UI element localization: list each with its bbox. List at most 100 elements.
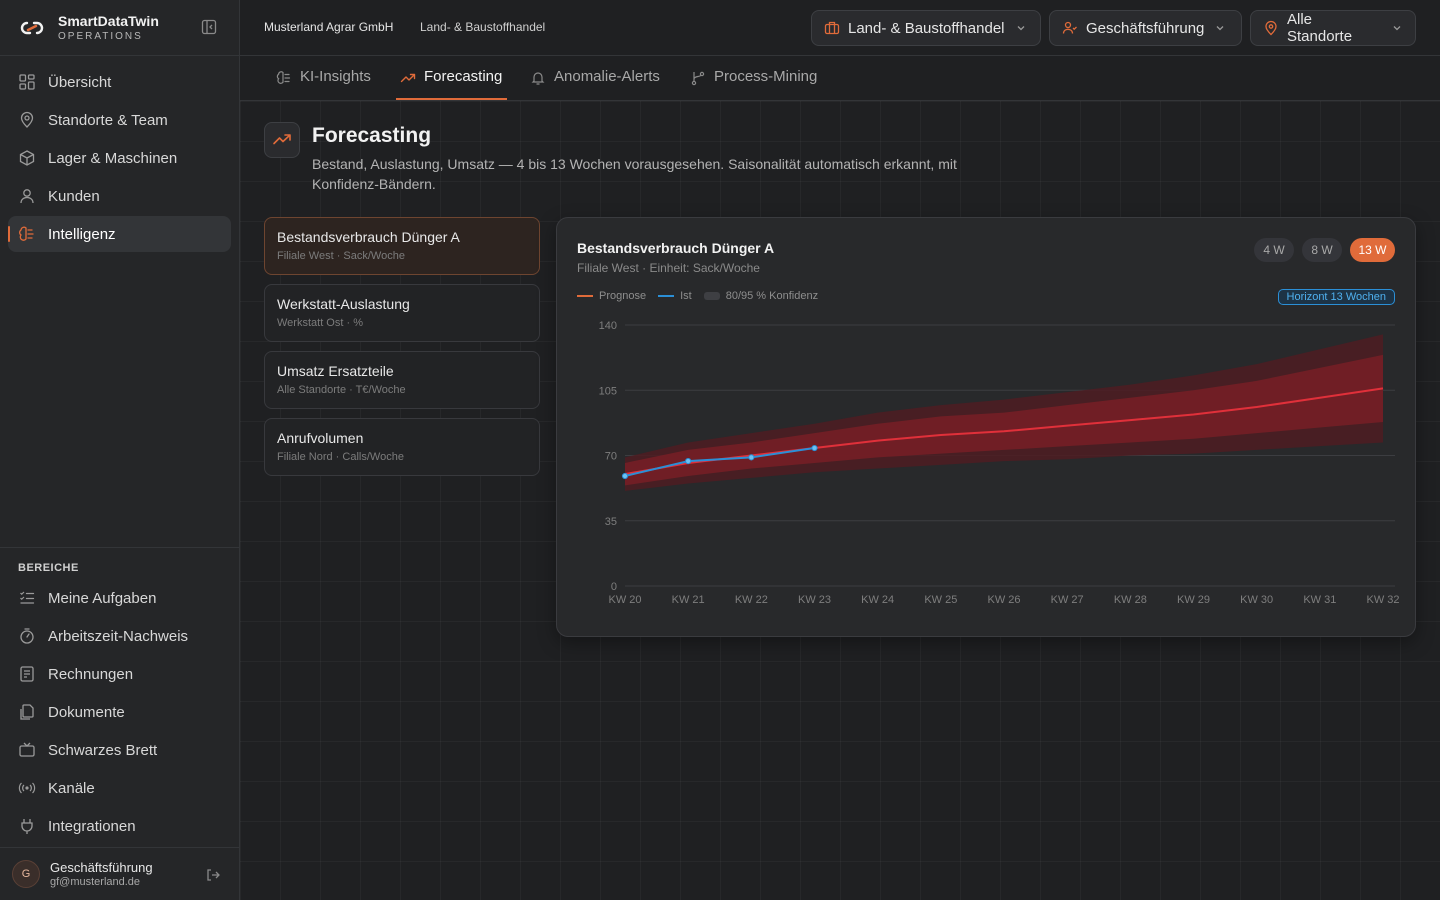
actual-point [621,472,629,480]
branch-selector[interactable]: Land- & Baustoffhandel [811,10,1041,46]
map-pin-icon [1263,20,1279,36]
x-tick-label: KW 30 [1240,594,1273,606]
checklist-icon [18,589,36,607]
sidebar-item-standorte[interactable]: Standorte & Team [8,102,231,138]
sidebar-item-label: Standorte & Team [48,111,168,129]
sidebar-item-kanaele[interactable]: Kanäle [8,770,231,806]
x-tick-label: KW 31 [1303,594,1336,606]
series-card-werkstatt[interactable]: Werkstatt-Auslastung Werkstatt Ost · % [264,284,540,342]
x-tick-label: KW 29 [1177,594,1210,606]
y-tick-label: 35 [605,516,617,528]
series-card-title: Umsatz Ersatzteile [277,363,394,379]
brand-logo-icon [20,21,44,34]
x-tick-label: KW 20 [608,594,641,606]
chevron-down-icon [1214,22,1226,34]
tab-anomalie-alerts[interactable]: Anomalie-Alerts [530,68,660,100]
tab-process-mining[interactable]: Process-Mining [690,68,817,100]
x-tick-label: KW 23 [798,594,831,606]
sidebar-item-label: Rechnungen [48,665,134,683]
chevron-down-icon [1015,22,1027,34]
active-tab-indicator [396,98,507,100]
map-pin-icon [18,111,36,129]
series-card-anrufvolumen[interactable]: Anrufvolumen Filiale Nord · Calls/Woche [264,418,540,476]
sidebar-item-kunden[interactable]: Kunden [8,178,231,214]
brand-subtitle: OPERATIONS [58,31,143,42]
series-card-subtitle: Filiale West · Sack/Woche [277,250,405,262]
user-profile[interactable]: G Geschäftsführung gf@musterland.de [0,847,239,900]
sidebar-item-lager[interactable]: Lager & Maschinen [8,140,231,176]
series-card-duenger[interactable]: Bestandsverbrauch Dünger A Filiale West … [264,217,540,275]
chevron-down-icon [1391,22,1403,34]
user-icon [18,187,36,205]
main-nav: Übersicht Standorte & Team Lager & Masch… [0,56,239,262]
forecast-chart: 0 35 70 105 140 KW 20 KW 21 KW 22 KW 23 KW 24 KW 2… [599,320,1400,606]
series-card-title: Werkstatt-Auslastung [277,296,410,312]
brand-name: SmartDataTwin [58,13,159,29]
breadcrumb-segment[interactable]: Land- & Baustoffhandel [420,20,545,34]
sidebar-item-schwarzes-brett[interactable]: Schwarzes Brett [8,732,231,768]
sidebar-item-aufgaben[interactable]: Meine Aufgaben [8,580,231,616]
sidebar-item-dokumente[interactable]: Dokumente [8,694,231,730]
y-tick-label: 140 [599,320,617,332]
sidebar-collapse-icon[interactable] [201,19,217,35]
y-tick-label: 70 [605,451,617,463]
sidebar-item-integrationen[interactable]: Integrationen [8,808,231,844]
board-icon [18,741,36,759]
grid-icon [18,73,36,91]
sidebar-item-label: Dokumente [48,703,125,721]
logout-icon[interactable] [205,867,221,883]
forecast-chart-panel: Bestandsverbrauch Dünger A Filiale West … [556,217,1416,637]
actual-point [685,457,692,465]
sidebar: SmartDataTwin OPERATIONS Übersicht Stand… [0,0,240,900]
sidebar-item-label: Übersicht [48,73,112,91]
timer-icon [18,627,36,645]
tab-label: Forecasting [424,68,503,85]
x-tick-label: KW 27 [1051,594,1084,606]
plug-icon [18,817,36,835]
brand[interactable]: SmartDataTwin OPERATIONS [0,0,239,56]
series-card-title: Anrufvolumen [277,430,364,446]
tab-ki-insights[interactable]: KI-Insights [276,68,371,100]
tab-bar: KI-Insights Forecasting Anomalie-Alerts … [240,56,1440,101]
brain-icon [276,70,292,86]
sidebar-item-arbeitszeit[interactable]: Arbeitszeit-Nachweis [8,618,231,654]
sidebar-item-uebersicht[interactable]: Übersicht [8,64,231,100]
x-tick-label: KW 22 [735,594,768,606]
x-tick-label: KW 26 [987,594,1020,606]
sidebar-section: BEREICHE Meine Aufgaben Arbeitszeit-Nach… [0,552,239,854]
trend-icon [400,70,416,86]
series-card-subtitle: Werkstatt Ost · % [277,317,363,329]
x-tick-label: KW 21 [672,594,705,606]
branch-selector-value: Land- & Baustoffhandel [848,19,1005,37]
series-card-subtitle: Alle Standorte · T€/Woche [277,384,406,396]
actual-point [748,454,755,461]
sidebar-item-intelligenz[interactable]: Intelligenz [8,216,231,252]
tab-forecasting[interactable]: Forecasting [400,68,502,100]
x-tick-label: KW 24 [861,594,894,606]
sidebar-item-rechnungen[interactable]: Rechnungen [8,656,231,692]
sidebar-item-label: Integrationen [48,817,136,835]
receipt-icon [18,665,36,683]
location-selector[interactable]: Alle Standorte [1250,10,1416,46]
y-tick-label: 0 [611,581,617,593]
sidebar-item-label: Lager & Maschinen [48,149,178,167]
sidebar-item-label: Meine Aufgaben [48,589,157,607]
section-label: BEREICHE [18,562,79,574]
avatar: G [12,860,40,888]
location-selector-value: Alle Standorte [1287,11,1353,45]
sidebar-item-label: Kunden [48,187,100,205]
role-selector-value: Geschäftsführung [1086,19,1205,37]
trend-icon [273,134,291,145]
sidebar-item-label: Kanäle [48,779,95,797]
user-name: Geschäftsführung [50,860,153,875]
breadcrumb-company[interactable]: Musterland Agrar GmbH [264,20,393,34]
sidebar-item-label: Arbeitszeit-Nachweis [48,627,189,645]
bell-icon [530,70,546,86]
section-nav: Meine Aufgaben Arbeitszeit-Nachweis Rech… [0,580,239,854]
series-card-umsatz[interactable]: Umsatz Ersatzteile Alle Standorte · T€/W… [264,351,540,409]
role-selector[interactable]: Geschäftsführung [1049,10,1242,46]
page-description: Bestand, Auslastung, Umsatz — 4 bis 13 W… [312,156,957,192]
box-icon [18,149,36,167]
users-icon [1062,20,1078,36]
x-tick-label: KW 25 [924,594,957,606]
